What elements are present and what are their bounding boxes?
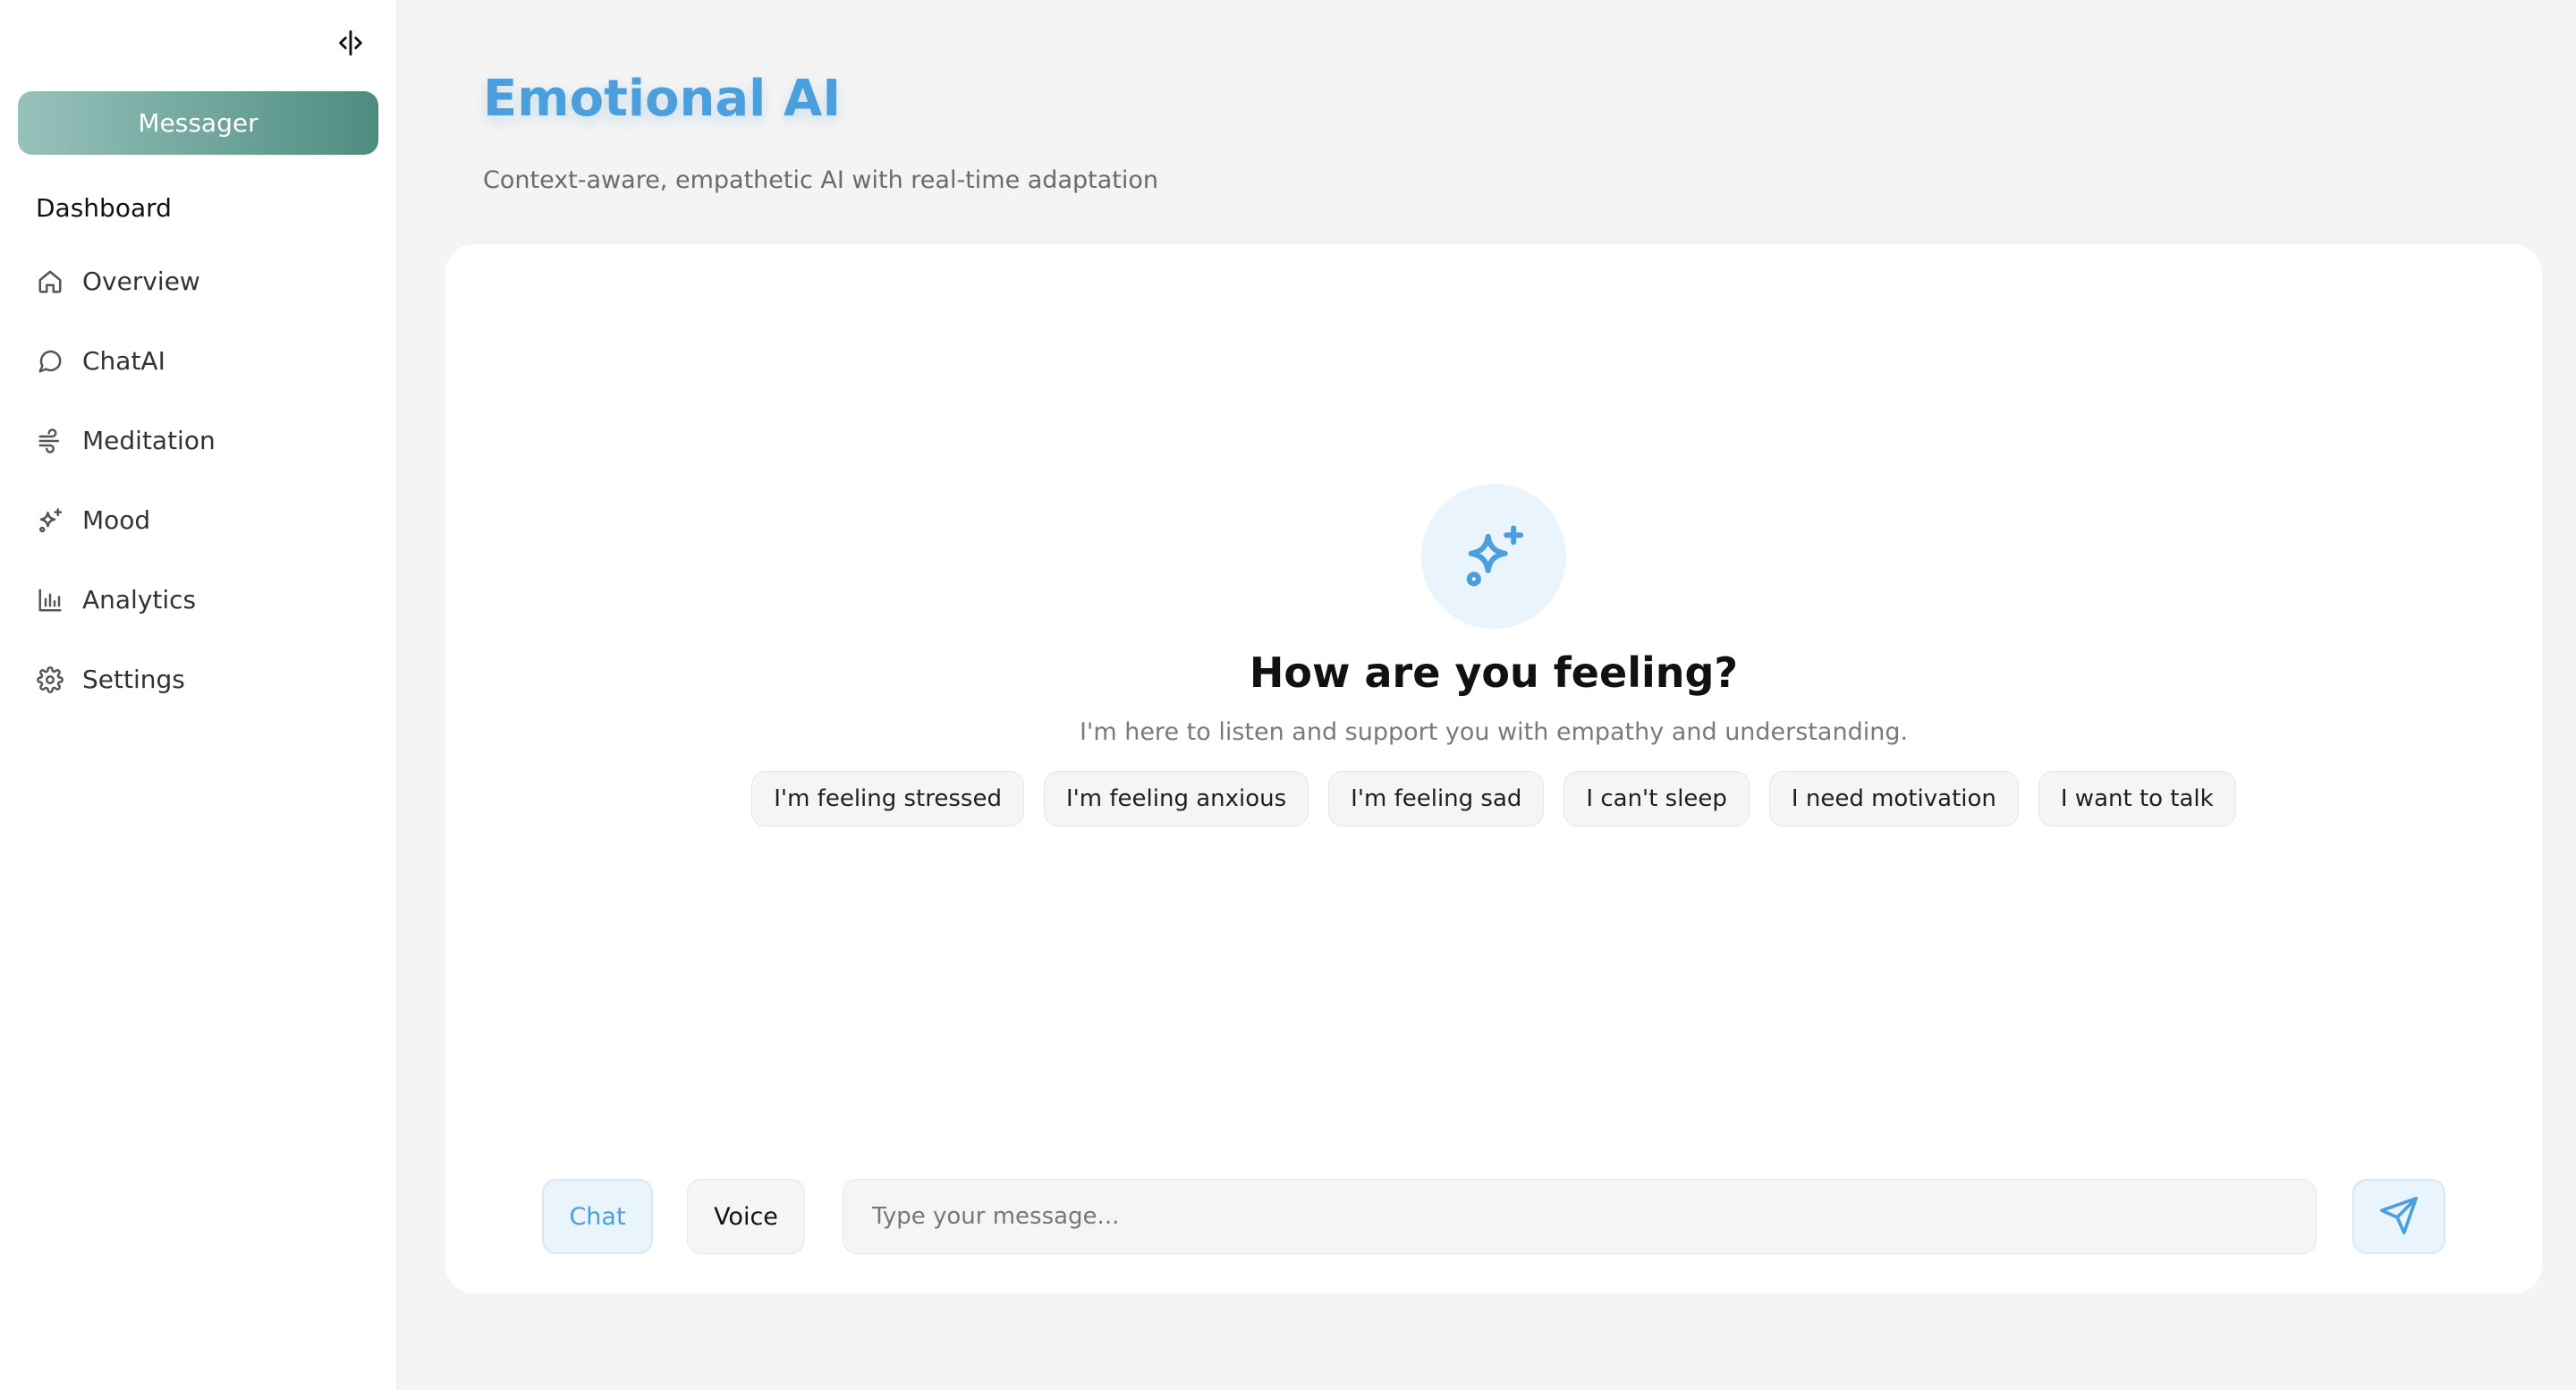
sparkles-icon	[1421, 484, 1566, 629]
voice-mode-button[interactable]: Voice	[687, 1179, 805, 1254]
sidebar: Messager Dashboard Overview ChatAI Medit…	[0, 0, 397, 1390]
page-subtitle: Context-aware, empathetic AI with real-t…	[483, 166, 1158, 194]
bar-chart-icon	[36, 586, 64, 614]
chat-panel: How are you feeling? I'm here to listen …	[445, 244, 2542, 1293]
home-icon	[36, 267, 64, 296]
empty-state: How are you feeling? I'm here to listen …	[445, 484, 2542, 826]
sidebar-item-overview[interactable]: Overview	[27, 242, 376, 321]
sidebar-item-analytics[interactable]: Analytics	[27, 560, 376, 640]
panel-collapse-icon[interactable]	[333, 25, 369, 61]
suggestion-chip-motivation[interactable]: I need motivation	[1768, 771, 2019, 826]
sidebar-nav: Overview ChatAI Meditation Mood Analytic…	[27, 242, 376, 719]
suggestion-chip-stressed[interactable]: I'm feeling stressed	[751, 771, 1024, 826]
sidebar-item-meditation[interactable]: Meditation	[27, 401, 376, 480]
messager-button[interactable]: Messager	[18, 91, 378, 155]
sidebar-item-label: Meditation	[82, 426, 216, 455]
wind-icon	[36, 427, 64, 455]
message-input[interactable]	[843, 1179, 2317, 1254]
suggestion-chip-sad[interactable]: I'm feeling sad	[1328, 771, 1545, 826]
message-composer: Chat Voice	[542, 1179, 2445, 1254]
suggestion-chip-talk[interactable]: I want to talk	[2038, 771, 2236, 826]
gear-icon	[36, 665, 64, 694]
suggestion-chip-anxious[interactable]: I'm feeling anxious	[1043, 771, 1309, 826]
sparkles-icon	[36, 506, 64, 535]
sidebar-item-label: Overview	[82, 267, 200, 296]
chat-mode-button[interactable]: Chat	[542, 1179, 653, 1254]
sidebar-item-mood[interactable]: Mood	[27, 480, 376, 560]
sidebar-item-chatai[interactable]: ChatAI	[27, 321, 376, 401]
send-button[interactable]	[2352, 1179, 2445, 1254]
sidebar-item-label: ChatAI	[82, 346, 165, 376]
page-title: Emotional AI	[483, 70, 842, 128]
suggestion-chips: I'm feeling stressed I'm feeling anxious…	[751, 771, 2236, 826]
sidebar-item-label: Analytics	[82, 585, 197, 614]
suggestion-chip-sleep[interactable]: I can't sleep	[1563, 771, 1750, 826]
send-icon	[2378, 1195, 2419, 1239]
empty-state-title: How are you feeling?	[1249, 648, 1739, 697]
empty-state-description: I'm here to listen and support you with …	[1079, 718, 1909, 746]
sidebar-item-label: Settings	[82, 665, 185, 694]
chat-bubble-icon	[36, 347, 64, 376]
sidebar-item-label: Mood	[82, 505, 151, 535]
sidebar-item-settings[interactable]: Settings	[27, 640, 376, 719]
nav-heading: Dashboard	[36, 193, 172, 223]
